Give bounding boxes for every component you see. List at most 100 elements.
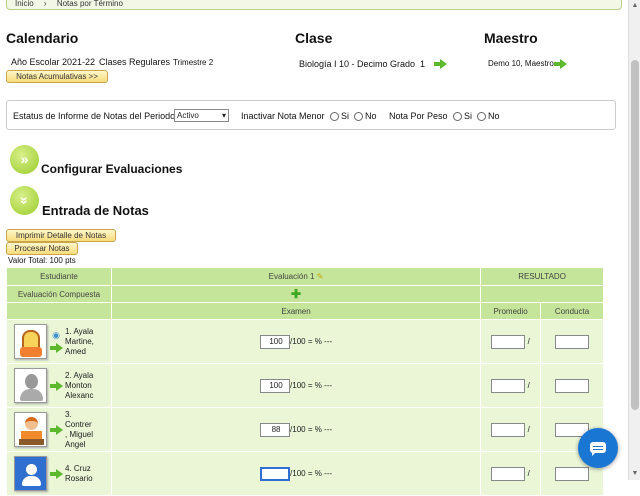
score-suffix: /100 = % --- [290, 336, 333, 346]
accumulated-grades-button[interactable]: Notas Acumulativas >> [6, 70, 108, 83]
globe-icon[interactable]: ◉ [47, 330, 65, 341]
empty-header-cell [480, 285, 604, 303]
class-heading: Clase [295, 30, 333, 46]
student-name-line3: Alexanc [65, 390, 94, 400]
school-year: Año Escolar 2021-22 [11, 57, 96, 67]
average-input[interactable] [491, 334, 526, 349]
score-input[interactable]: 100 [260, 378, 291, 393]
student-avatar[interactable] [14, 456, 47, 491]
row-go-arrow-icon[interactable] [47, 380, 65, 391]
student-cell: 3. Contrer , Miguel Angel [6, 407, 112, 452]
breadcrumb: Inicio › Notas por Término [6, 0, 622, 10]
evaluation-name[interactable]: Evaluación 1 [269, 272, 315, 281]
print-details-button[interactable]: Imprimir Detalle de Notas [6, 229, 116, 242]
status-select[interactable]: Activo [174, 109, 229, 122]
average-header: Promedio [480, 302, 542, 320]
conduct-input[interactable] [555, 378, 590, 393]
weight-no-label: No [488, 111, 500, 121]
student-name-line1[interactable]: Ayala [73, 327, 93, 336]
row-go-arrow-icon[interactable] [47, 468, 65, 479]
score-suffix: /100 = % --- [290, 468, 333, 478]
inactivate-label: Inactivar Nota Menor [241, 111, 325, 121]
student-number: 1. [65, 326, 72, 336]
process-grades-button[interactable]: Procesar Notas [6, 242, 78, 255]
average-input[interactable] [491, 466, 526, 481]
weight-no-radio[interactable] [477, 112, 486, 121]
scroll-up-icon[interactable]: ▲ [631, 2, 639, 10]
student-avatar[interactable] [14, 324, 47, 359]
edit-pencil-icon[interactable]: ✎ [317, 272, 324, 281]
calendar-heading: Calendario [6, 30, 79, 46]
average-separator: / [527, 380, 530, 390]
chat-bubble-icon [590, 442, 606, 456]
scrollbar-thumb[interactable] [631, 60, 639, 410]
configure-evaluations-title[interactable]: Configurar Evaluaciones [41, 162, 182, 176]
scroll-down-icon[interactable]: ▼ [631, 470, 639, 478]
student-name-line1[interactable]: Contrer [65, 420, 93, 430]
conduct-input[interactable] [555, 466, 590, 481]
expand-double-arrow-icon[interactable]: » [10, 145, 39, 174]
chat-button[interactable] [578, 428, 618, 468]
student-number: 3. [65, 409, 72, 419]
weight-label: Nota Por Peso [389, 111, 448, 121]
teacher-go-arrow-icon[interactable] [554, 58, 567, 70]
average-cell: / [480, 451, 542, 496]
student-cell: 4. Cruz Rosario [6, 451, 112, 496]
teacher-name: Demo 10, Maestro [488, 59, 554, 68]
average-input[interactable] [491, 378, 526, 393]
score-input[interactable]: 88 [260, 422, 291, 437]
student-name-line1[interactable]: Ayala [73, 371, 93, 380]
table-row: 2. Ayala Monton Alexanc 100/100 = % --- … [6, 363, 604, 408]
weight-yes-radio[interactable] [453, 112, 462, 121]
student-name-line2: Rosario [65, 473, 93, 483]
breadcrumb-current: Notas por Término [56, 0, 123, 8]
student-name-line2: , Miguel [65, 429, 94, 439]
result-column-header: RESULTADO [480, 267, 604, 286]
student-name-line3: Amed [65, 346, 86, 356]
average-cell: / [480, 407, 542, 452]
inactivate-no-label: No [365, 111, 377, 121]
grade-entry-title: Entrada de Notas [42, 203, 149, 218]
vertical-scrollbar[interactable]: ▲ ▼ [628, 0, 640, 480]
class-section: 1 [420, 59, 426, 69]
score-input[interactable]: 100 [260, 334, 291, 349]
student-name-line3: Angel [65, 439, 86, 449]
average-separator: / [527, 336, 530, 346]
inactivate-no-radio[interactable] [354, 112, 363, 121]
term-label: Trimestre 2 [173, 58, 214, 67]
average-separator: / [527, 424, 530, 434]
row-go-arrow-icon[interactable] [47, 343, 65, 353]
conduct-header: Conducta [540, 302, 604, 320]
score-cell: 88/100 = % --- [110, 407, 482, 452]
student-name-line1[interactable]: Cruz [74, 464, 91, 473]
student-column-header: Estudiante [6, 267, 112, 286]
student-number: 4. [65, 463, 72, 473]
score-cell: 100/100 = % --- [110, 363, 482, 408]
score-suffix: /100 = % --- [290, 424, 333, 434]
average-cell: / [480, 319, 542, 364]
student-cell: ◉ 1. Ayala Martine, Amed [6, 319, 112, 364]
conduct-input[interactable] [555, 334, 590, 349]
table-row: 4. Cruz Rosario /100 = % --- / [6, 451, 604, 496]
student-cell: 2. Ayala Monton Alexanc [6, 363, 112, 408]
grades-table: Estudiante Evaluación 1 ✎ RESULTADO Eval… [6, 267, 604, 496]
inactivate-yes-label: Si [341, 111, 350, 121]
inactivate-yes-radio[interactable] [330, 112, 339, 121]
conduct-cell [540, 363, 604, 408]
row-go-arrow-icon[interactable] [47, 424, 65, 435]
score-input[interactable] [260, 466, 291, 481]
empty-header-cell [6, 302, 112, 320]
class-name: Biología I 10 - Decimo Grado [299, 59, 416, 69]
score-cell: /100 = % --- [110, 451, 482, 496]
collapse-double-arrow-icon[interactable]: » [10, 186, 39, 215]
student-avatar[interactable] [14, 368, 47, 403]
table-row: 3. Contrer , Miguel Angel 88/100 = % ---… [6, 407, 604, 452]
status-label: Estatus de Informe de Notas del Periodo [13, 111, 176, 121]
evaluation-column-header: Evaluación 1 ✎ [110, 267, 482, 286]
average-input[interactable] [491, 422, 526, 437]
add-plus-icon[interactable]: ✚ [291, 287, 301, 301]
table-row: ◉ 1. Ayala Martine, Amed 100/100 = % ---… [6, 319, 604, 364]
class-go-arrow-icon[interactable] [434, 58, 447, 70]
student-avatar[interactable] [14, 412, 47, 447]
breadcrumb-home[interactable]: Inicio [15, 0, 34, 8]
